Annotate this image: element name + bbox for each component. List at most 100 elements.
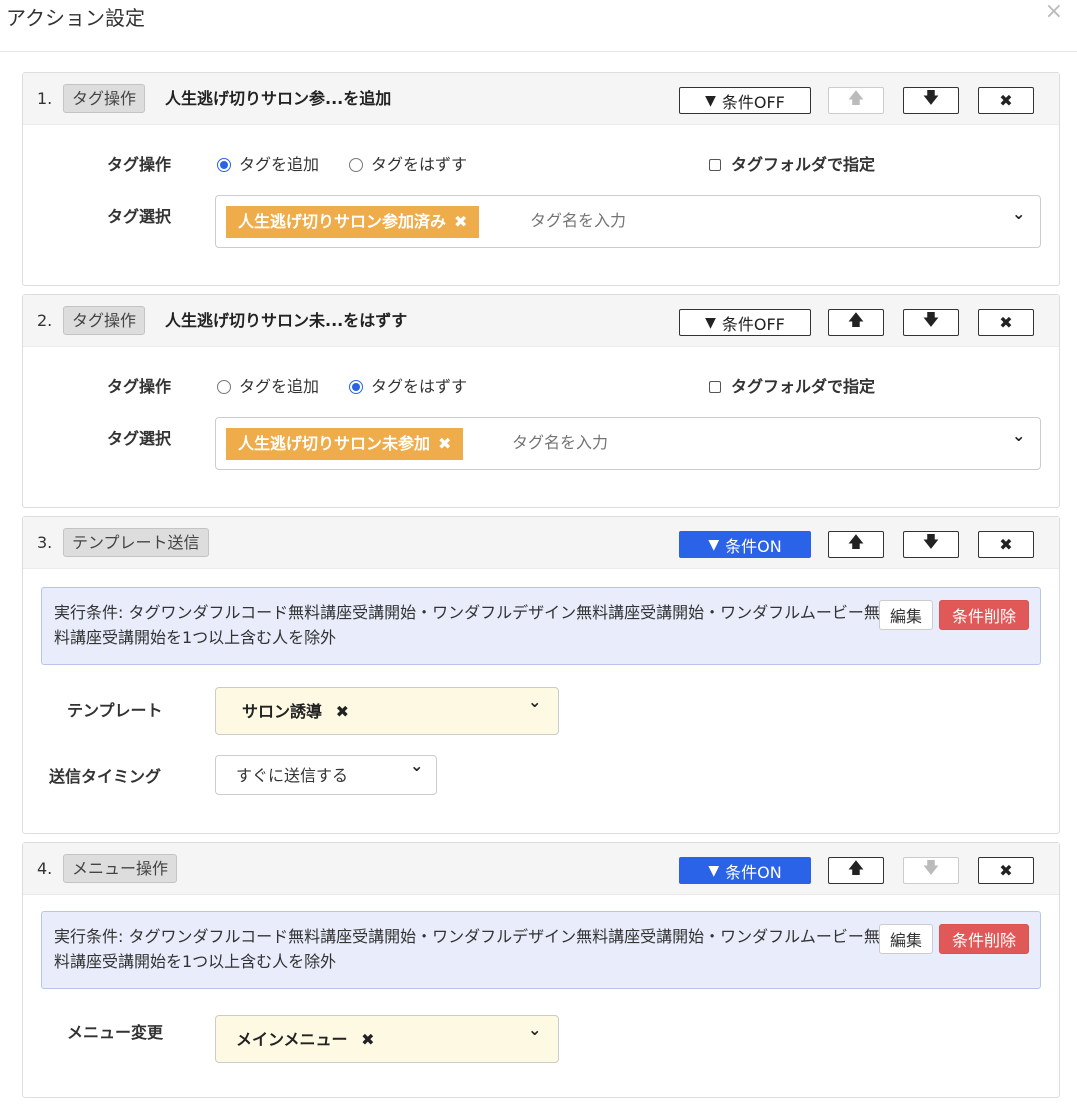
delete-action-button[interactable]: ✖ <box>978 531 1034 558</box>
action-type-badge: メニュー操作 <box>63 854 178 883</box>
checkbox-icon <box>709 381 721 393</box>
modal-title: アクション設定 <box>6 6 145 30</box>
chevron-down-icon: ⌄ <box>528 692 542 711</box>
arrow-down-icon: 🡇 <box>922 310 940 329</box>
template-value: サロン誘導 ✖ <box>242 701 349 723</box>
action-header: 1. タグ操作 人生逃げ切りサロン参...を追加 ▼ 条件OFF 🡅 🡇 ✖ <box>23 73 1059 125</box>
tag-operation-label: タグ操作 <box>107 377 172 396</box>
menu-value-text: メインメニュー <box>236 1030 348 1049</box>
delete-action-button[interactable]: ✖ <box>978 857 1034 884</box>
condition-toggle-label: 条件ON <box>725 862 782 882</box>
tag-name-input[interactable] <box>512 433 712 452</box>
move-up-button[interactable]: 🡅 <box>828 857 884 884</box>
radio-checked-icon <box>217 158 231 172</box>
move-down-button[interactable]: 🡇 <box>903 857 959 884</box>
chevron-down-icon: ⌄ <box>410 756 424 775</box>
tag-chip: 人生逃げ切りサロン参加済み ✖ <box>226 206 480 238</box>
tag-chip-label: 人生逃げ切りサロン未参加 <box>238 434 431 453</box>
action-header: 3. テンプレート送信 ▼ 条件ON 🡅 🡇 ✖ <box>23 517 1059 569</box>
radio-checked-icon <box>349 380 363 394</box>
tag-select-field[interactable]: 人生逃げ切りサロン参加済み ✖ ⌄ <box>215 195 1041 248</box>
tag-folder-checkbox[interactable]: タグフォルダで指定 <box>709 153 875 177</box>
chip-close-icon[interactable]: ✖ <box>454 206 467 238</box>
condition-toggle-button[interactable]: ▼ 条件OFF <box>679 87 811 114</box>
action-summary: 人生逃げ切りサロン未...をはずす <box>165 311 408 330</box>
move-up-button[interactable]: 🡅 <box>828 87 884 114</box>
radio-unchecked-icon <box>349 158 363 172</box>
move-up-button[interactable]: 🡅 <box>828 309 884 336</box>
chevron-down-icon[interactable]: ⌄ <box>1012 204 1025 223</box>
action-number: 3. <box>37 533 53 552</box>
menu-select[interactable]: メインメニュー ✖ ⌄ <box>215 1015 559 1063</box>
menu-change-label: メニュー変更 <box>67 1023 164 1042</box>
radio-label: タグを追加 <box>239 155 320 174</box>
radio-label: タグをはずす <box>371 377 468 396</box>
edit-condition-button[interactable]: 編集 <box>879 600 933 630</box>
funnel-icon: ▼ <box>708 536 720 553</box>
radio-add-tag[interactable]: タグを追加 <box>217 153 319 177</box>
delete-action-button[interactable]: ✖ <box>978 309 1034 336</box>
tag-select-label: タグ選択 <box>107 429 172 448</box>
arrow-up-icon: 🡅 <box>847 532 865 551</box>
chevron-down-icon[interactable]: ⌄ <box>1012 426 1025 445</box>
chevron-down-icon: ⌄ <box>528 1020 542 1039</box>
action-header: 2. タグ操作 人生逃げ切りサロン未...をはずす ▼ 条件OFF 🡅 🡇 ✖ <box>23 295 1059 347</box>
move-down-button[interactable]: 🡇 <box>903 309 959 336</box>
radio-add-tag[interactable]: タグを追加 <box>217 375 319 399</box>
delete-icon: ✖ <box>999 91 1013 110</box>
condition-box: 実行条件: タグワンダフルコード無料講座受講開始・ワンダフルデザイン無料講座受講… <box>41 587 1041 665</box>
action-type-badge: テンプレート送信 <box>63 528 209 557</box>
arrow-up-icon: 🡅 <box>847 310 865 329</box>
funnel-icon: ▼ <box>708 862 720 879</box>
condition-toggle-button[interactable]: ▼ 条件ON <box>679 857 811 884</box>
move-down-button[interactable]: 🡇 <box>903 87 959 114</box>
tag-chip-label: 人生逃げ切りサロン参加済み <box>238 212 447 231</box>
radio-remove-tag[interactable]: タグをはずす <box>349 153 467 177</box>
checkbox-label: タグフォルダで指定 <box>731 155 876 174</box>
condition-toggle-button[interactable]: ▼ 条件ON <box>679 531 811 558</box>
delete-icon: ✖ <box>999 313 1013 332</box>
tag-name-input[interactable] <box>530 211 730 230</box>
action-number: 2. <box>37 311 53 330</box>
arrow-up-icon: 🡅 <box>847 858 865 877</box>
template-select[interactable]: サロン誘導 ✖ ⌄ <box>215 687 559 735</box>
delete-condition-button[interactable]: 条件削除 <box>939 600 1029 630</box>
move-down-button[interactable]: 🡇 <box>903 531 959 558</box>
tag-chip: 人生逃げ切りサロン未参加 ✖ <box>226 428 464 460</box>
action-number: 1. <box>37 89 53 108</box>
send-timing-label: 送信タイミング <box>49 767 162 786</box>
delete-action-button[interactable]: ✖ <box>978 87 1034 114</box>
condition-text: 実行条件: タグワンダフルコード無料講座受講開始・ワンダフルデザイン無料講座受講… <box>54 927 880 971</box>
condition-toggle-label: 条件OFF <box>721 92 785 112</box>
send-timing-select[interactable]: すぐに送信する ⌄ <box>215 755 437 795</box>
menu-value: メインメニュー ✖ <box>236 1029 375 1051</box>
checkbox-label: タグフォルダで指定 <box>731 377 876 396</box>
action-summary: 人生逃げ切りサロン参...を追加 <box>165 89 392 108</box>
chip-close-icon[interactable]: ✖ <box>438 428 451 460</box>
action-type-badge: タグ操作 <box>63 84 146 113</box>
action-number: 4. <box>37 859 53 878</box>
radio-label: タグを追加 <box>239 377 320 396</box>
radio-label: タグをはずす <box>371 155 468 174</box>
edit-condition-button[interactable]: 編集 <box>879 924 933 954</box>
condition-toggle-button[interactable]: ▼ 条件OFF <box>679 309 811 336</box>
move-up-button[interactable]: 🡅 <box>828 531 884 558</box>
radio-remove-tag[interactable]: タグをはずす <box>349 375 467 399</box>
funnel-icon: ▼ <box>705 92 716 109</box>
condition-toggle-label: 条件ON <box>725 536 782 556</box>
template-value-text: サロン誘導 <box>242 702 323 721</box>
condition-box: 実行条件: タグワンダフルコード無料講座受講開始・ワンダフルデザイン無料講座受講… <box>41 911 1041 989</box>
condition-text: 実行条件: タグワンダフルコード無料講座受講開始・ワンダフルデザイン無料講座受講… <box>54 603 880 647</box>
delete-condition-button[interactable]: 条件削除 <box>939 924 1029 954</box>
chip-close-icon[interactable]: ✖ <box>336 702 349 721</box>
close-icon[interactable]: × <box>1045 0 1063 24</box>
action-card-4: 4. メニュー操作 ▼ 条件ON 🡅 🡇 ✖ 実行条件: タグワンダフルコード無… <box>22 842 1060 1098</box>
action-header: 4. メニュー操作 ▼ 条件ON 🡅 🡇 ✖ <box>23 843 1059 895</box>
tag-select-field[interactable]: 人生逃げ切りサロン未参加 ✖ ⌄ <box>215 417 1041 470</box>
tag-operation-label: タグ操作 <box>107 155 172 174</box>
chip-close-icon[interactable]: ✖ <box>361 1030 374 1049</box>
action-type-badge: タグ操作 <box>63 306 146 335</box>
tag-folder-checkbox[interactable]: タグフォルダで指定 <box>709 375 875 399</box>
arrow-down-icon: 🡇 <box>922 532 940 551</box>
arrow-down-icon: 🡇 <box>922 88 940 107</box>
